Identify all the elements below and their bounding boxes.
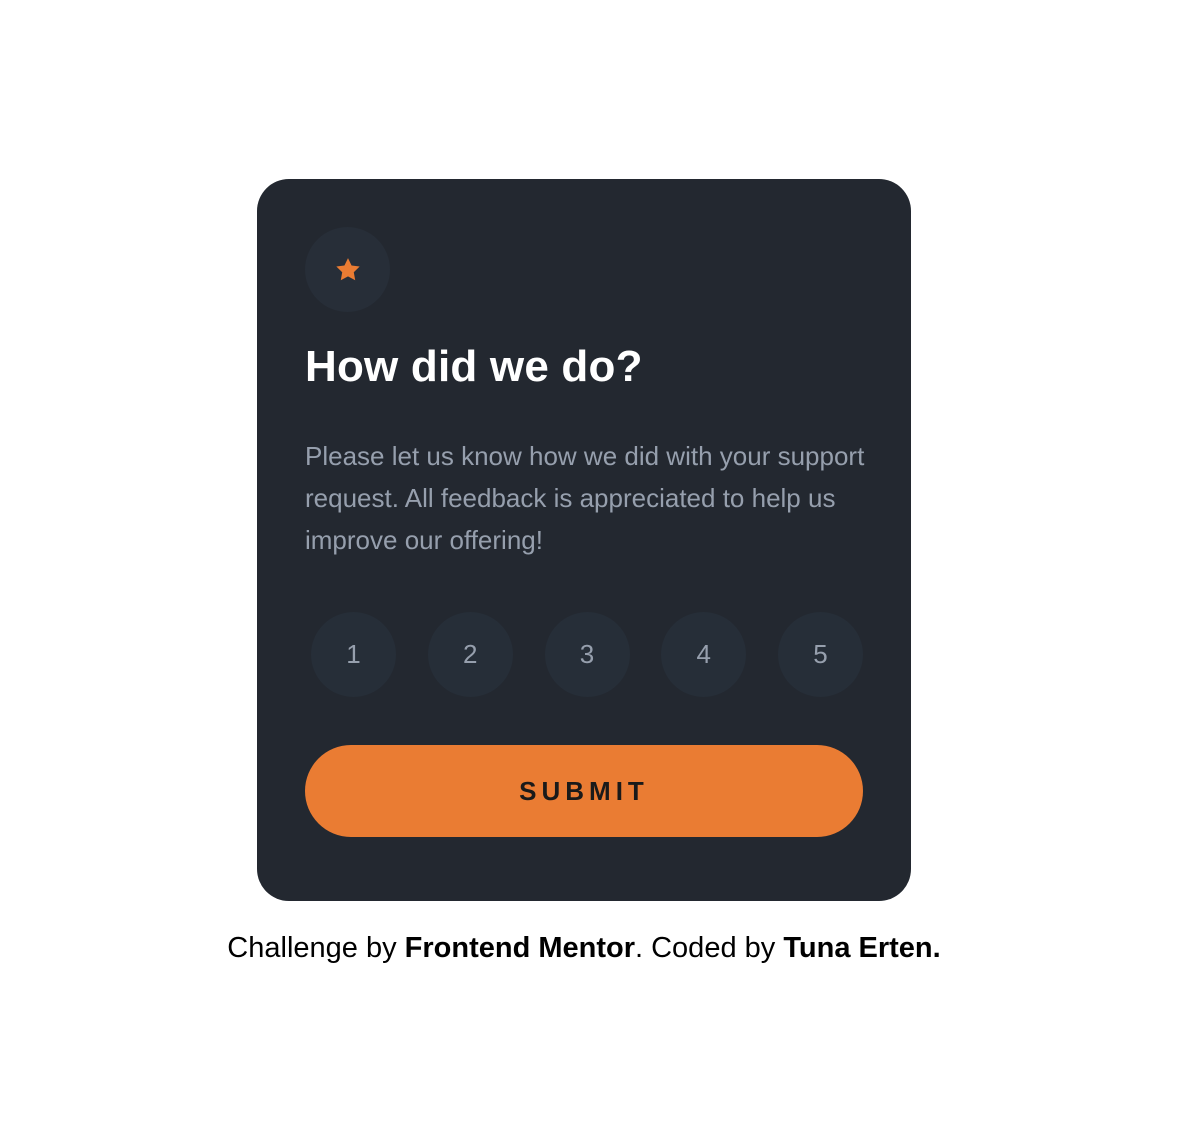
card-description: Please let us know how we did with your … xyxy=(305,441,865,555)
rating-card: How did we do? Please let us know how we… xyxy=(257,179,911,901)
rating-button-5[interactable]: 5 xyxy=(778,612,863,697)
star-badge xyxy=(305,227,390,312)
star-icon xyxy=(335,257,360,280)
page: How did we do? Please let us know how we… xyxy=(0,0,1193,1131)
rating-options: 1 2 3 4 5 xyxy=(311,612,863,697)
attribution-prefix: Challenge by xyxy=(227,932,405,964)
submit-button[interactable]: SUBMIT xyxy=(305,745,863,837)
rating-button-4[interactable]: 4 xyxy=(661,612,747,697)
rating-button-2[interactable]: 2 xyxy=(427,612,513,697)
card-title: How did we do? xyxy=(305,342,643,391)
author-link[interactable]: Tuna Erten xyxy=(783,932,932,964)
rating-button-3[interactable]: 3 xyxy=(544,612,630,697)
attribution: Challenge by Frontend Mentor. Coded by T… xyxy=(0,928,1168,968)
attribution-middle: . Coded by xyxy=(635,932,784,964)
frontend-mentor-link[interactable]: Frontend Mentor xyxy=(405,932,635,964)
rating-button-1[interactable]: 1 xyxy=(311,612,396,697)
attribution-suffix: . xyxy=(932,932,941,964)
